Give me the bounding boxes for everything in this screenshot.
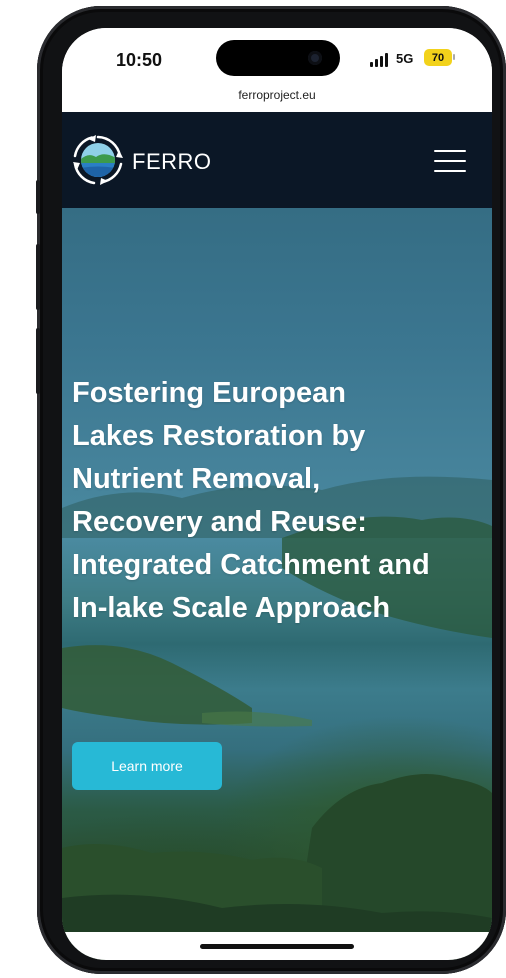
- status-bar: 10:50 5G 70: [62, 28, 492, 92]
- battery-cap: [453, 54, 455, 60]
- battery-level: 70: [431, 51, 445, 64]
- phone-volume-down-button: [36, 328, 40, 394]
- phone-action-button: [36, 180, 40, 214]
- phone-screen: 10:50 5G 70 ferroproject.eu FERRO Foster…: [62, 28, 492, 960]
- hero-section: Fostering European Lakes Restoration by …: [62, 208, 492, 960]
- home-indicator-area: [62, 932, 492, 960]
- battery-icon: 70: [424, 49, 452, 66]
- phone-volume-up-button: [36, 244, 40, 310]
- brand-name[interactable]: FERRO: [132, 149, 212, 175]
- site-header: FERRO: [62, 112, 492, 208]
- browser-url[interactable]: ferroproject.eu: [62, 88, 492, 102]
- status-time: 10:50: [116, 50, 163, 70]
- hero-title: Fostering European Lakes Restoration by …: [72, 377, 430, 624]
- network-type: 5G: [396, 51, 414, 66]
- camera-lens-icon: [308, 51, 322, 65]
- dynamic-island: [216, 40, 340, 76]
- learn-more-button[interactable]: Learn more: [72, 742, 222, 790]
- ferro-logo-icon[interactable]: [70, 132, 126, 188]
- hamburger-menu-icon[interactable]: [434, 150, 466, 172]
- home-indicator[interactable]: [200, 944, 354, 949]
- signal-strength-icon: [370, 53, 390, 67]
